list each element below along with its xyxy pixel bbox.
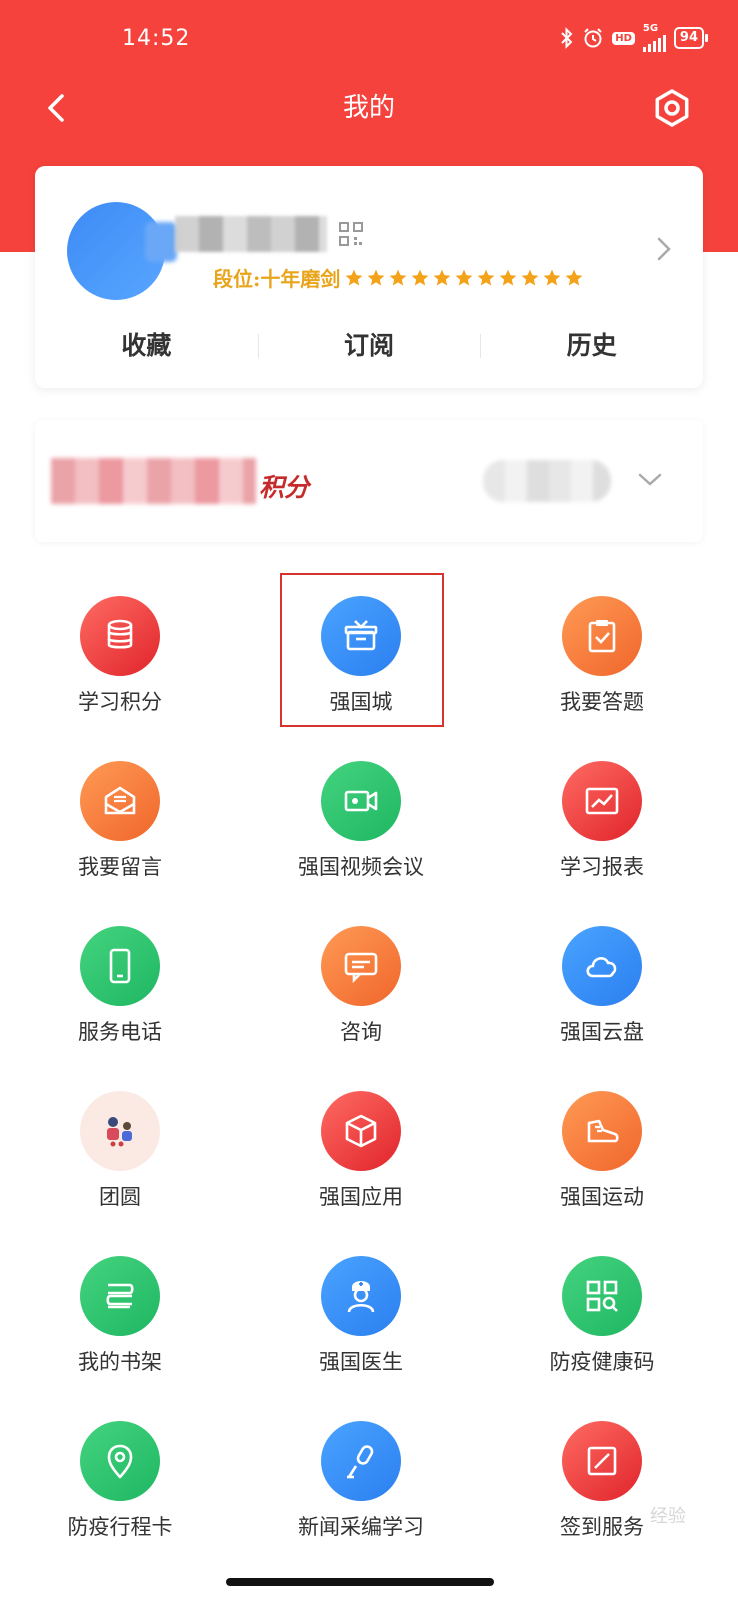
grid-item-label: 我要留言 <box>78 855 162 879</box>
star-icon <box>500 269 517 285</box>
grid-item-label: 强国医生 <box>319 1350 403 1374</box>
grid-item-label: 学习报表 <box>560 855 644 879</box>
points-label: 积分 <box>259 473 310 502</box>
grid-item-label: 我的书架 <box>78 1350 162 1374</box>
star-icon <box>390 269 407 285</box>
grid-item[interactable]: 我要留言 <box>20 743 220 893</box>
grid-item-label: 学习积分 <box>78 690 162 714</box>
star-icon <box>412 269 429 285</box>
grid-item[interactable]: 服务电话 <box>20 908 220 1058</box>
grid-item-label: 服务电话 <box>78 1020 162 1044</box>
grid-item[interactable]: 新闻采编学习 <box>261 1403 461 1553</box>
coins-stack-icon <box>80 596 160 676</box>
cloud-icon <box>562 926 642 1006</box>
star-icon <box>478 269 495 285</box>
grid-item-label: 团圆 <box>99 1185 141 1209</box>
grid-item[interactable]: 学习报表 <box>502 743 702 893</box>
grid-item-label: 咨询 <box>340 1020 382 1044</box>
star-icon <box>456 269 473 285</box>
settings-gear-icon[interactable] <box>650 86 694 130</box>
grid-item[interactable]: 强国视频会议 <box>261 743 461 893</box>
location-pin-icon <box>80 1421 160 1501</box>
points-value-redacted <box>51 458 256 504</box>
avatar-blur <box>145 222 177 262</box>
qr-code-icon[interactable] <box>339 222 363 246</box>
grid-item-label: 防疫行程卡 <box>67 1515 173 1539</box>
star-icon <box>566 269 583 285</box>
grid-item[interactable]: 学习积分 <box>20 578 220 728</box>
grid-item[interactable]: 强国医生 <box>261 1238 461 1388</box>
status-icons: HD 5G 94 <box>560 23 709 52</box>
qr-scan-icon <box>562 1256 642 1336</box>
grid-item-label: 新闻采编学习 <box>298 1515 424 1539</box>
grid-item-label: 我要答题 <box>560 690 644 714</box>
grid-item-label: 强国运动 <box>560 1185 644 1209</box>
doctor-icon <box>321 1256 401 1336</box>
grid-item[interactable]: 签到服务 <box>502 1403 702 1553</box>
star-icon <box>522 269 539 285</box>
star-icon <box>434 269 451 285</box>
rank-row: 段位:十年磨剑 <box>213 263 584 292</box>
grid-item[interactable]: 咨询 <box>261 908 461 1058</box>
page-title: 我的 <box>342 93 395 123</box>
signal-icon: 5G <box>642 23 666 52</box>
tab-favorites[interactable]: 收藏 <box>35 316 258 376</box>
grid-item-label: 强国云盘 <box>560 1020 644 1044</box>
grid-item[interactable]: 我要答题 <box>502 578 702 728</box>
rank-label: 段位:十年磨剑 <box>213 267 341 291</box>
clipboard-check-icon <box>562 596 642 676</box>
watermark: 经验 <box>650 1506 686 1527</box>
chart-trend-icon <box>562 761 642 841</box>
grid-item[interactable]: 团圆 <box>20 1073 220 1223</box>
top-nav: 我的 <box>0 80 738 136</box>
tab-subscriptions[interactable]: 订阅 <box>257 316 481 376</box>
battery-level: 94 <box>679 30 698 45</box>
chevron-right-icon[interactable] <box>653 236 675 262</box>
grid-item[interactable]: 强国应用 <box>261 1073 461 1223</box>
status-time: 14:52 <box>122 26 191 51</box>
network-label: 5G <box>642 23 659 34</box>
bluetooth-icon <box>560 27 574 49</box>
grid-item-label: 强国视频会议 <box>298 855 424 879</box>
grid-item[interactable]: 防疫健康码 <box>502 1238 702 1388</box>
rank-stars <box>344 268 584 288</box>
grid-item-label: 防疫健康码 <box>549 1350 655 1374</box>
grid-item[interactable]: 强国云盘 <box>502 908 702 1058</box>
points-detail-redacted <box>483 460 611 502</box>
phone-icon <box>80 926 160 1006</box>
home-indicator[interactable] <box>226 1578 494 1586</box>
star-icon <box>544 269 561 285</box>
microphone-icon <box>321 1421 401 1501</box>
tab-history[interactable]: 历史 <box>480 316 703 376</box>
books-icon <box>80 1256 160 1336</box>
profile-card: 段位:十年磨剑 收藏 订阅 历史 <box>35 166 703 388</box>
video-camera-icon <box>321 761 401 841</box>
envelope-icon <box>80 761 160 841</box>
grid-item[interactable]: 防疫行程卡 <box>20 1403 220 1553</box>
username-redacted <box>175 216 327 252</box>
family-reunion-icon <box>80 1091 160 1171</box>
status-bar: 14:52 HD 5G 94 <box>0 0 738 80</box>
cube-icon <box>321 1091 401 1171</box>
chat-bubbles-icon <box>321 926 401 1006</box>
grid-item[interactable]: 我的书架 <box>20 1238 220 1388</box>
sign-pen-icon <box>562 1421 642 1501</box>
star-icon <box>368 269 385 285</box>
hd-icon: HD <box>612 31 635 45</box>
sneaker-icon <box>562 1091 642 1171</box>
battery-icon: 94 <box>673 27 709 49</box>
alarm-icon <box>582 27 604 49</box>
grid-item[interactable]: 强国运动 <box>502 1073 702 1223</box>
selection-highlight-box <box>280 573 444 727</box>
points-card[interactable]: 积分 <box>35 420 703 542</box>
chevron-down-icon[interactable] <box>635 464 665 494</box>
profile-tabs: 收藏 订阅 历史 <box>35 316 703 376</box>
star-icon <box>346 269 363 285</box>
grid-item-label: 强国应用 <box>319 1185 403 1209</box>
